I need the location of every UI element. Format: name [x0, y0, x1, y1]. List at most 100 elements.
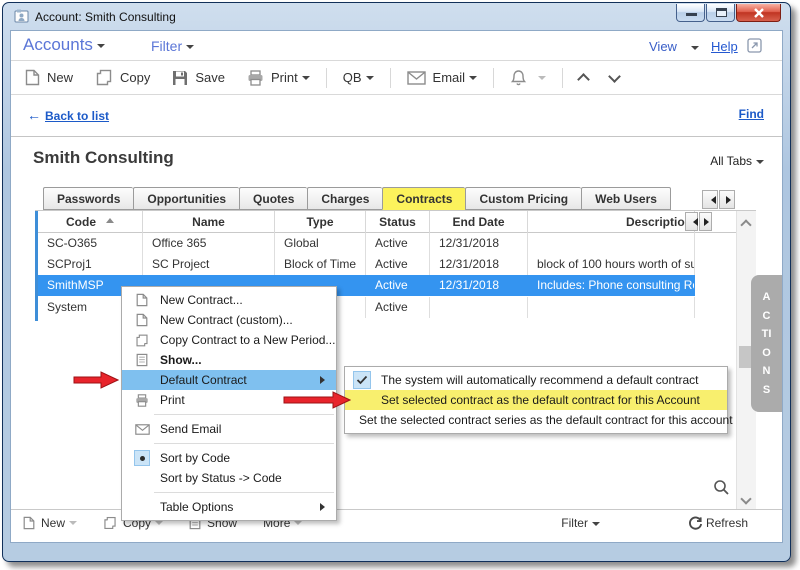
menu-separator [154, 443, 334, 444]
back-to-list-link[interactable]: ←Back to list [27, 107, 109, 123]
accounts-menu[interactable]: Accounts [23, 35, 105, 55]
search-icon[interactable] [713, 479, 730, 501]
qb-button[interactable]: QB [343, 70, 374, 85]
refresh-button[interactable]: Refresh [688, 516, 748, 531]
checkmark-icon [353, 371, 371, 389]
column-header-code[interactable]: Code [38, 211, 143, 233]
chevron-up-icon [577, 73, 590, 86]
chevron-down-icon [294, 521, 302, 529]
submenu-arrow-icon [320, 503, 329, 511]
chevron-down-icon [155, 521, 163, 529]
column-header-status[interactable]: Status [366, 211, 430, 233]
menu-item-copy-contract[interactable]: Copy Contract to a New Period... [122, 330, 336, 350]
email-icon [407, 71, 426, 85]
submenu-item-set-contract-series[interactable]: Set the selected contract series as the … [345, 410, 727, 430]
red-callout-arrow [73, 371, 119, 389]
back-arrow-icon: ← [27, 107, 41, 123]
tab-strip: Passwords Opportunities Quotes Charges C… [43, 187, 671, 210]
tab-quotes[interactable]: Quotes [239, 187, 307, 210]
title-bar[interactable]: Account: Smith Consulting [3, 3, 790, 30]
chevron-down-icon [97, 44, 105, 52]
footer-filter-dropdown[interactable]: Filter [561, 516, 600, 530]
chevron-down-icon [469, 76, 477, 84]
email-icon [130, 424, 154, 435]
scroll-down-icon[interactable] [740, 493, 751, 504]
column-header-description[interactable]: Description [528, 211, 695, 233]
all-tabs-dropdown[interactable]: All Tabs [710, 154, 764, 168]
column-scroll-left-button[interactable] [685, 212, 698, 231]
submenu-arrow-icon [320, 376, 329, 384]
table-row[interactable]: SC-O365 Office 365 Global Active 12/31/2… [38, 233, 736, 254]
next-record-button[interactable] [610, 74, 619, 81]
menu-item-show[interactable]: Show... [122, 350, 336, 370]
menu-item-default-contract[interactable]: Default Contract [122, 370, 336, 390]
app-window: Account: Smith Consulting Accounts Filte… [2, 2, 791, 562]
view-menu[interactable]: View [649, 39, 699, 54]
chevron-down-icon [756, 160, 764, 168]
print-button[interactable]: Print [247, 70, 310, 86]
find-link[interactable]: Find [739, 107, 764, 121]
help-link[interactable]: Help [711, 39, 738, 54]
tab-custom-pricing[interactable]: Custom Pricing [465, 187, 581, 210]
close-button[interactable] [736, 4, 781, 22]
minimize-button[interactable] [676, 4, 705, 22]
actions-side-tab[interactable]: ACTIONS [751, 275, 782, 412]
chevron-down-icon [366, 76, 374, 84]
tab-opportunities[interactable]: Opportunities [133, 187, 239, 210]
actions-side-tab-label: ACTIONS [761, 288, 773, 399]
main-toolbar: New Copy Save Print QB Email [11, 60, 782, 95]
email-button[interactable]: Email [407, 70, 478, 85]
maximize-button[interactable] [706, 4, 735, 22]
column-header-name[interactable]: Name [143, 211, 275, 233]
new-document-icon [23, 516, 35, 530]
document-lines-icon [130, 353, 154, 367]
tab-passwords[interactable]: Passwords [43, 187, 133, 210]
red-callout-arrow [283, 391, 351, 409]
new-button[interactable]: New [25, 69, 73, 86]
filter-menu[interactable]: Filter [151, 38, 194, 54]
menu-item-sort-by-code[interactable]: Sort by Code [122, 448, 336, 468]
chevron-down-icon [302, 76, 310, 84]
table-row[interactable]: SCProj1 SC Project Block of Time Active … [38, 254, 736, 275]
submenu-item-auto-recommend[interactable]: The system will automatically recommend … [345, 370, 727, 390]
radio-selected-icon [134, 450, 150, 466]
menu-item-send-email[interactable]: Send Email [122, 419, 336, 439]
scroll-up-icon[interactable] [740, 219, 751, 230]
popout-icon[interactable] [747, 38, 762, 58]
footer-new-button[interactable]: New [23, 516, 77, 530]
menu-item-new-contract-custom[interactable]: New Contract (custom)... [122, 310, 336, 330]
tab-charges[interactable]: Charges [307, 187, 382, 210]
alerts-button[interactable] [510, 69, 546, 87]
tab-scroll-buttons [701, 190, 735, 209]
chevron-down-icon [608, 70, 621, 83]
column-header-end-date[interactable]: End Date [430, 211, 528, 233]
menu-separator [154, 414, 334, 415]
new-document-icon [130, 313, 154, 327]
menu-item-sort-by-status-code[interactable]: Sort by Status -> Code [122, 468, 336, 488]
chevron-down-icon [691, 46, 699, 54]
copy-button[interactable]: Copy [95, 69, 150, 86]
save-icon [172, 70, 188, 86]
print-icon [130, 394, 154, 407]
menu-separator [154, 492, 334, 493]
tab-web-users[interactable]: Web Users [581, 187, 671, 210]
copy-icon [95, 69, 113, 86]
new-document-icon [25, 69, 40, 86]
menu-item-table-options[interactable]: Table Options [122, 497, 336, 517]
nav-row: ←Back to list Find [11, 95, 782, 136]
bell-icon [510, 69, 527, 87]
previous-record-button[interactable] [579, 71, 588, 84]
column-scroll-right-button[interactable] [699, 212, 712, 231]
print-icon [247, 70, 264, 86]
sort-ascending-icon [106, 214, 114, 223]
column-header-type[interactable]: Type [275, 211, 366, 233]
save-button[interactable]: Save [172, 70, 225, 86]
new-document-icon [130, 293, 154, 307]
chevron-down-icon [592, 522, 600, 530]
tab-scroll-right-button[interactable] [719, 190, 735, 209]
submenu-item-set-selected-contract[interactable]: Set selected contract as the default con… [345, 390, 727, 410]
tab-contracts[interactable]: Contracts [382, 187, 465, 210]
menu-item-new-contract[interactable]: New Contract... [122, 290, 336, 310]
tab-scroll-left-button[interactable] [702, 190, 718, 209]
account-window-icon [14, 9, 30, 29]
